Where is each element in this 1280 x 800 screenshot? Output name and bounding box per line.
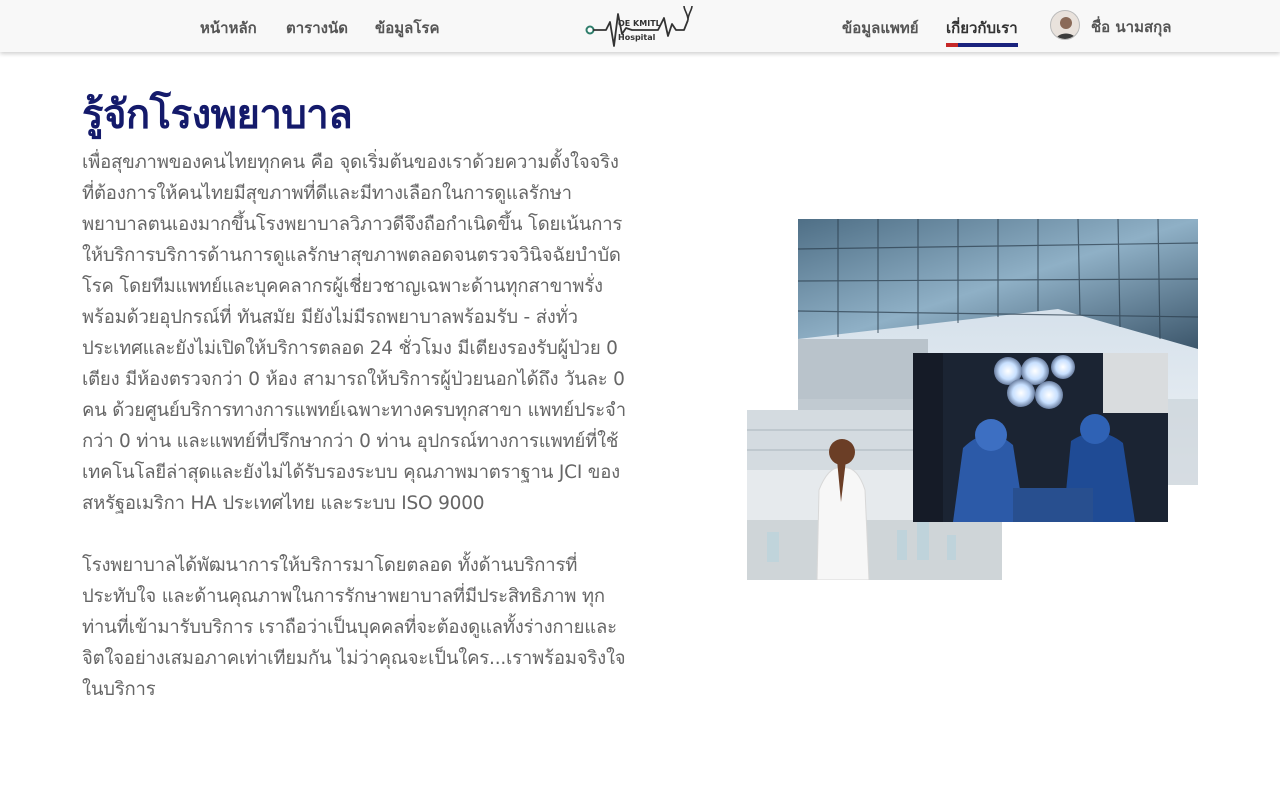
user-avatar[interactable]: [1050, 10, 1080, 40]
user-name[interactable]: ชื่อ นามสกุล: [1091, 15, 1171, 39]
surgery-room-photo: [913, 353, 1168, 522]
nav-diseases-link[interactable]: ข้อมูลโรค: [375, 16, 440, 40]
about-paragraph-2: โรงพยาบาลได้พัฒนาการให้บริการมาโดยตลอด ท…: [82, 555, 626, 700]
nav-schedule-link[interactable]: ตารางนัด: [286, 16, 348, 40]
nav-doctors-link[interactable]: ข้อมูลแพทย์: [842, 16, 919, 40]
nav-home-link[interactable]: หน้าหลัก: [200, 16, 257, 40]
avatar-body-icon: [1055, 33, 1077, 39]
top-navbar: หน้าหลัก ตารางนัด ข้อมูลโรค OE KMITL Hos…: [0, 0, 1280, 52]
logo-dot-icon: [585, 25, 595, 35]
about-paragraph-1: เพื่อสุขภาพของคนไทยทุกคน คือ จุดเริ่มต้น…: [82, 152, 626, 514]
logo-text-top: OE KMITL: [618, 19, 661, 28]
hospital-logo[interactable]: OE KMITL Hospital: [584, 4, 696, 50]
nav-about-link[interactable]: เกี่ยวกับเรา: [946, 16, 1018, 47]
page-title: รู้จักโรงพยาบาล: [82, 92, 353, 138]
stethoscope-icon: [683, 5, 693, 21]
nav-about-label: เกี่ยวกับเรา: [946, 19, 1018, 37]
logo-text-bottom: Hospital: [618, 33, 656, 42]
active-tab-underline: [946, 43, 1018, 47]
avatar-head-icon: [1060, 17, 1072, 29]
